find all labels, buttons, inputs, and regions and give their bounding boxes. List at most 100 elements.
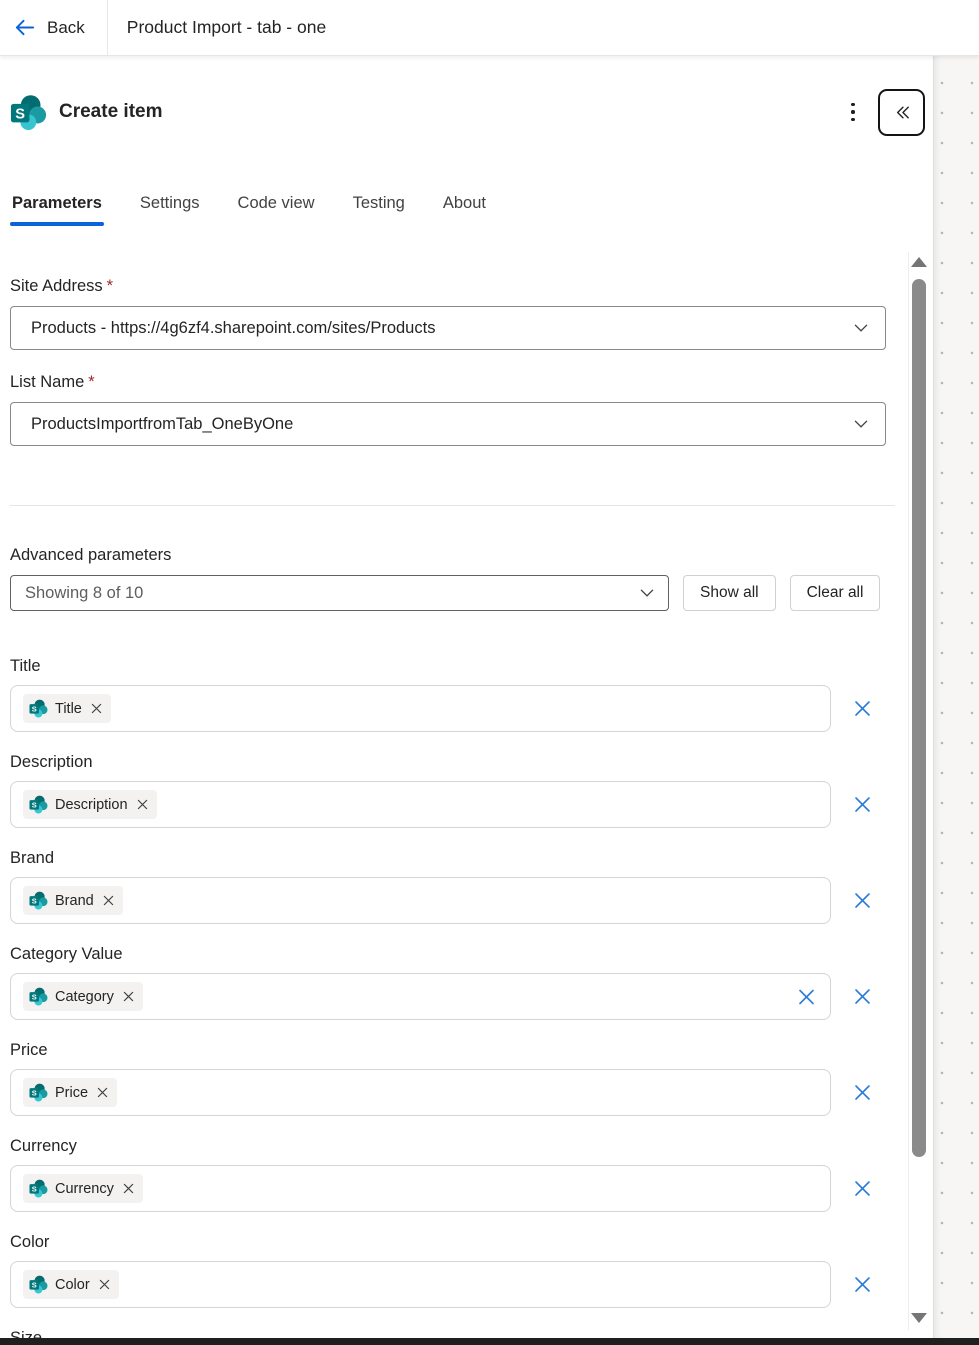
parameter-block: Color S Color xyxy=(10,1230,933,1308)
parameter-row: S Title xyxy=(10,685,933,732)
section-divider xyxy=(10,505,895,506)
remove-parameter-icon[interactable] xyxy=(852,1178,873,1199)
tab-about[interactable]: About xyxy=(443,194,486,226)
svg-text:S: S xyxy=(32,801,37,810)
scroll-thumb[interactable] xyxy=(912,279,926,1157)
svg-text:S: S xyxy=(32,993,37,1002)
topbar-divider xyxy=(107,0,108,56)
parameter-input[interactable]: S Brand xyxy=(10,877,831,924)
window-bottom-edge xyxy=(0,1338,979,1345)
token-remove-icon[interactable] xyxy=(123,1183,134,1194)
required-marker: * xyxy=(88,373,94,391)
back-button[interactable]: Back xyxy=(0,0,107,55)
token-remove-icon[interactable] xyxy=(91,703,102,714)
site-address-combobox[interactable]: Products - https://4g6zf4.sharepoint.com… xyxy=(10,306,886,350)
dynamic-content-token[interactable]: S Price xyxy=(23,1078,117,1107)
parameter-label: Currency xyxy=(10,1134,933,1158)
token-label: Price xyxy=(55,1085,88,1101)
parameter-input[interactable]: S Title xyxy=(10,685,831,732)
clear-value-icon[interactable] xyxy=(796,986,817,1007)
show-all-button[interactable]: Show all xyxy=(683,575,776,611)
parameter-input[interactable]: S Color xyxy=(10,1261,831,1308)
token-remove-icon[interactable] xyxy=(137,799,148,810)
parameters-content: Site Address * Products - https://4g6zf4.… xyxy=(10,274,933,1338)
tab-parameters[interactable]: Parameters xyxy=(12,194,102,226)
parameter-label: Brand xyxy=(10,846,933,870)
token-remove-icon[interactable] xyxy=(123,991,134,1002)
advanced-parameters-combobox[interactable]: Showing 8 of 10 xyxy=(10,575,669,611)
parameter-input[interactable]: S Currency xyxy=(10,1165,831,1212)
parameter-block: Description S Description xyxy=(10,750,933,828)
tabs: Parameters Settings Code view Testing Ab… xyxy=(12,194,933,226)
parameter-list: Title S Title xyxy=(10,654,933,1338)
tab-testing[interactable]: Testing xyxy=(353,194,405,226)
sharepoint-icon: S xyxy=(29,1179,48,1198)
token-remove-icon[interactable] xyxy=(99,1279,110,1290)
dynamic-content-token[interactable]: S Title xyxy=(23,694,111,723)
token-label: Description xyxy=(55,797,128,813)
more-options-button[interactable] xyxy=(842,94,864,131)
tab-settings[interactable]: Settings xyxy=(140,194,200,226)
chevron-down-icon xyxy=(638,584,656,602)
parameter-label: Size xyxy=(10,1326,933,1338)
sharepoint-icon: S xyxy=(29,1275,48,1294)
parameter-label: Title xyxy=(10,654,933,678)
parameter-block: Size xyxy=(10,1326,933,1338)
advanced-parameters-row: Showing 8 of 10 Show all Clear all xyxy=(10,575,933,611)
flow-title: Product Import - tab - one xyxy=(127,17,326,38)
remove-parameter-icon[interactable] xyxy=(852,890,873,911)
parameter-row: S Color xyxy=(10,1261,933,1308)
parameter-row: S Description xyxy=(10,781,933,828)
token-remove-icon[interactable] xyxy=(103,895,114,906)
scrollbar-track[interactable] xyxy=(908,252,928,1330)
remove-parameter-icon[interactable] xyxy=(852,698,873,719)
chevron-down-icon xyxy=(852,415,870,433)
token-label: Brand xyxy=(55,893,94,909)
scroll-down-button[interactable] xyxy=(911,1313,927,1323)
scroll-up-button[interactable] xyxy=(911,257,927,267)
dynamic-content-token[interactable]: S Currency xyxy=(23,1174,143,1203)
back-arrow-icon xyxy=(13,16,36,39)
token-label: Title xyxy=(55,701,82,717)
parameter-label: Price xyxy=(10,1038,933,1062)
svg-text:S: S xyxy=(32,897,37,906)
token-remove-icon[interactable] xyxy=(97,1087,108,1098)
parameter-row: S Price xyxy=(10,1069,933,1116)
action-title: Create item xyxy=(59,101,163,123)
parameter-block: Price S Price xyxy=(10,1038,933,1116)
remove-parameter-icon[interactable] xyxy=(852,1082,873,1103)
sharepoint-icon: S xyxy=(29,699,48,718)
sharepoint-icon: S xyxy=(29,1083,48,1102)
site-address-value: Products - https://4g6zf4.sharepoint.com… xyxy=(31,319,852,338)
svg-text:S: S xyxy=(32,705,37,714)
advanced-parameters-summary: Showing 8 of 10 xyxy=(25,584,638,603)
parameter-input[interactable]: S Price xyxy=(10,1069,831,1116)
remove-parameter-icon[interactable] xyxy=(852,1274,873,1295)
parameter-label: Description xyxy=(10,750,933,774)
collapse-panel-button[interactable] xyxy=(878,89,925,136)
tab-code-view[interactable]: Code view xyxy=(238,194,315,226)
designer-canvas[interactable] xyxy=(933,56,979,1338)
parameter-row: S Brand xyxy=(10,877,933,924)
dynamic-content-token[interactable]: S Color xyxy=(23,1270,119,1299)
dynamic-content-token[interactable]: S Description xyxy=(23,790,157,819)
dynamic-content-token[interactable]: S Brand xyxy=(23,886,123,915)
remove-parameter-icon[interactable] xyxy=(852,986,873,1007)
list-name-combobox[interactable]: ProductsImportfromTab_OneByOne xyxy=(10,402,886,446)
sharepoint-icon: S xyxy=(29,795,48,814)
remove-parameter-icon[interactable] xyxy=(852,794,873,815)
dynamic-content-token[interactable]: S Category xyxy=(23,982,143,1011)
sharepoint-icon: S xyxy=(29,987,48,1006)
svg-text:S: S xyxy=(15,106,25,122)
parameter-block: Brand S Brand xyxy=(10,846,933,924)
parameter-block: Title S Title xyxy=(10,654,933,732)
list-name-label-text: List Name xyxy=(10,373,84,391)
site-address-label-text: Site Address xyxy=(10,277,103,295)
token-label: Color xyxy=(55,1277,90,1293)
back-label: Back xyxy=(47,18,85,38)
clear-all-button[interactable]: Clear all xyxy=(790,575,881,611)
parameter-block: Category Value S Category xyxy=(10,942,933,1020)
parameter-input[interactable]: S Description xyxy=(10,781,831,828)
parameter-input[interactable]: S Category xyxy=(10,973,831,1020)
double-chevron-left-icon xyxy=(890,101,913,124)
